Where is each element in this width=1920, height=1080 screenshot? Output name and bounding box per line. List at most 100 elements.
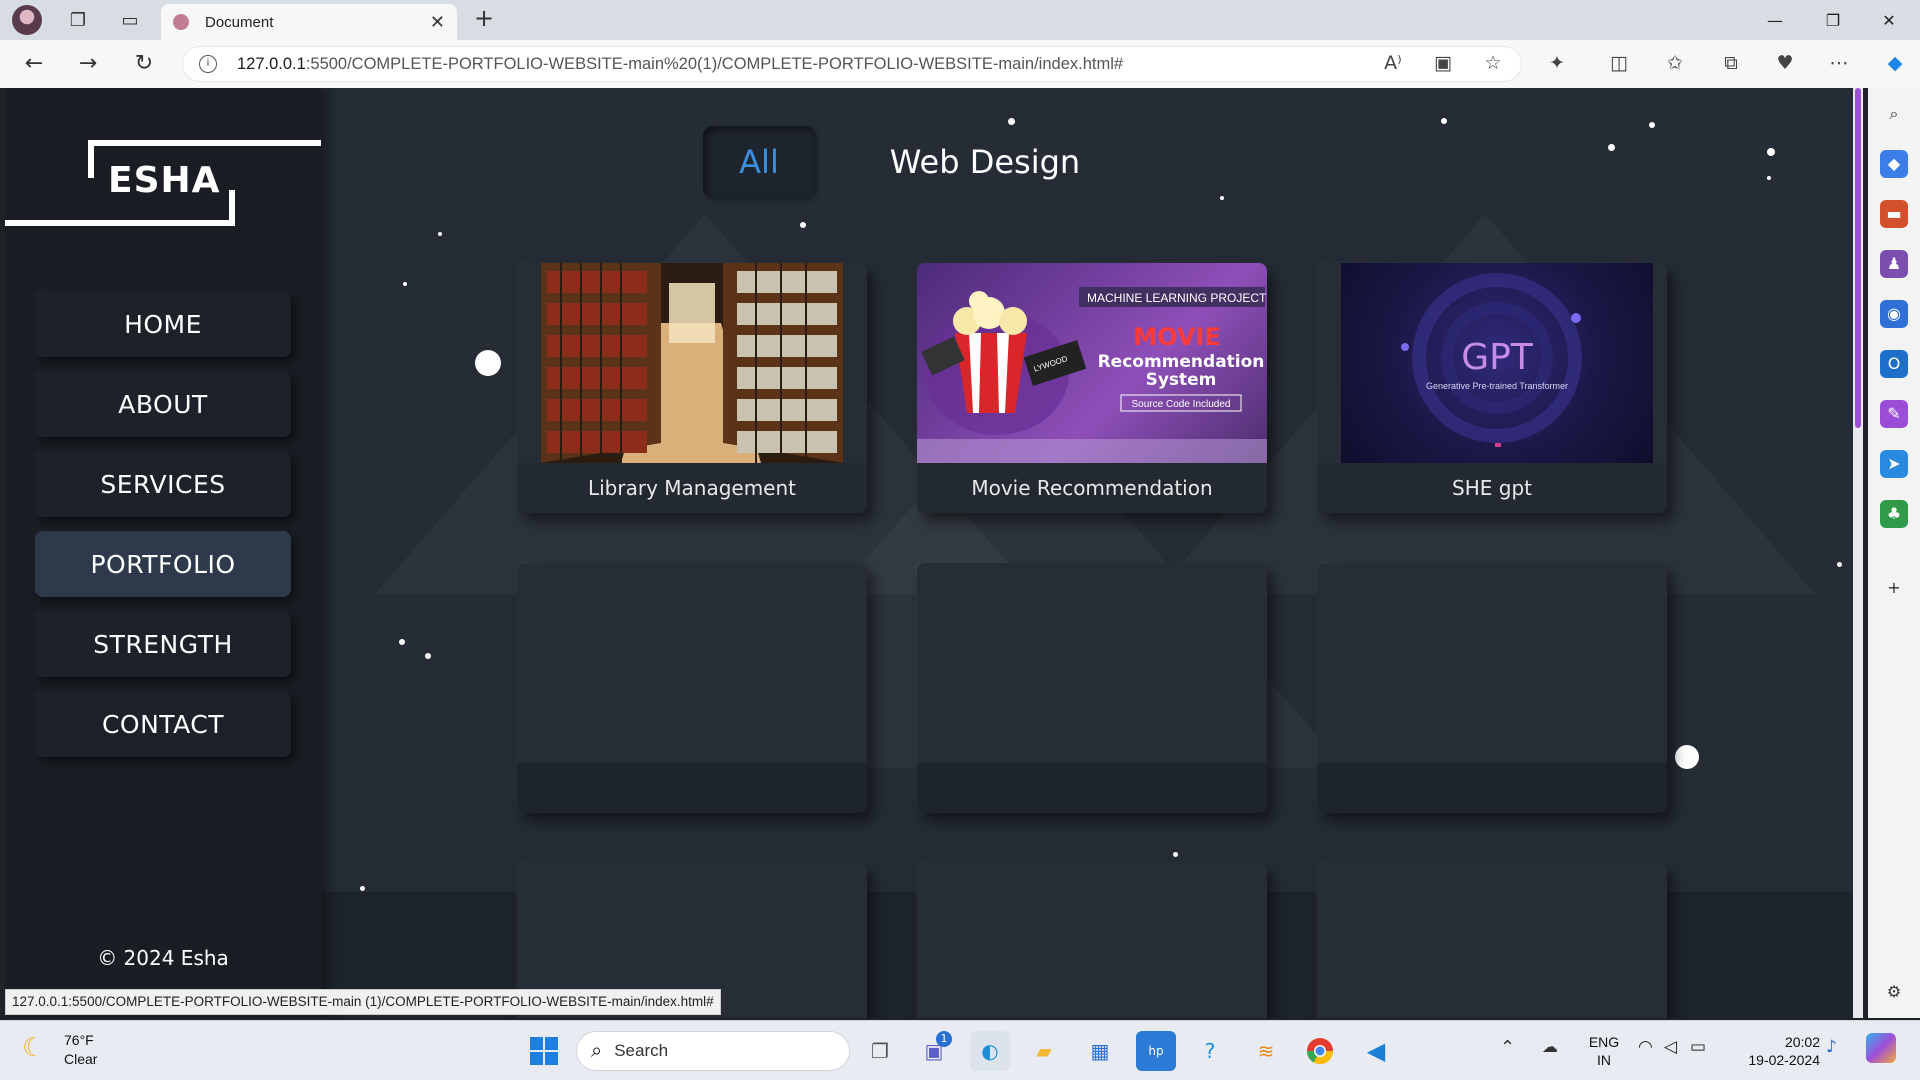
chat-icon[interactable]: ▣ 1 bbox=[914, 1031, 954, 1071]
help-icon[interactable]: ? bbox=[1190, 1031, 1230, 1071]
games-icon[interactable]: ♟ bbox=[1880, 250, 1908, 278]
project-title: Library Management bbox=[517, 463, 867, 513]
nav-contact-button[interactable]: CONTACT bbox=[35, 691, 291, 757]
vscode-icon[interactable]: ◀ bbox=[1356, 1031, 1396, 1071]
url-host: 127.0.0.1 bbox=[237, 54, 306, 73]
star-decoration bbox=[800, 222, 806, 228]
star-decoration bbox=[1767, 176, 1771, 180]
gpt-sub-text: Generative Pre-trained Transformer bbox=[1426, 381, 1568, 391]
settings-gear-icon[interactable]: ⚙ bbox=[1880, 978, 1908, 1006]
site-logo[interactable]: ESHA bbox=[5, 140, 321, 230]
minimize-button[interactable]: — bbox=[1748, 0, 1802, 40]
send-icon[interactable]: ➤ bbox=[1880, 450, 1908, 478]
movie-badge-text: Source Code Included bbox=[1132, 399, 1231, 410]
project-card-empty[interactable] bbox=[517, 563, 867, 813]
tab-favicon-icon bbox=[173, 14, 189, 30]
designer-icon[interactable]: ✎ bbox=[1880, 400, 1908, 428]
star-decoration bbox=[1649, 122, 1655, 128]
favorites-icon[interactable]: ✩ bbox=[1660, 52, 1690, 76]
tab-actions-icon[interactable]: ▭ bbox=[110, 0, 150, 40]
taskbar-search[interactable]: ⌕ Search bbox=[576, 1031, 850, 1071]
battery-icon[interactable]: ▭ bbox=[1690, 1037, 1706, 1057]
project-card-movie[interactable]: MACHINE LEARNING PROJECT MOVIE Recommend… bbox=[917, 263, 1267, 513]
nav-services-button[interactable]: SERVICES bbox=[35, 451, 291, 517]
star-decoration bbox=[425, 653, 431, 659]
onedrive-icon[interactable]: ☁ bbox=[1542, 1037, 1558, 1056]
moon-weather-icon[interactable]: ☾ bbox=[22, 1033, 45, 1063]
project-title: Movie Recommendation bbox=[917, 463, 1267, 513]
clock[interactable]: 20:02 19-02-2024 bbox=[1730, 1033, 1820, 1069]
chat-badge: 1 bbox=[936, 1031, 952, 1047]
extensions-icon[interactable]: ✦ bbox=[1542, 52, 1572, 76]
project-card-gpt[interactable]: GPT Generative Pre-trained Transformer S… bbox=[1317, 263, 1667, 513]
browser-essentials-icon[interactable]: ♥ bbox=[1770, 52, 1800, 76]
copilot-icon[interactable]: ◆ bbox=[1880, 52, 1910, 76]
read-aloud-icon[interactable]: A⁾ bbox=[1378, 52, 1408, 76]
page-scrollbar[interactable] bbox=[1853, 88, 1863, 1018]
wifi-icon[interactable]: ◠ bbox=[1638, 1037, 1653, 1057]
forward-icon[interactable]: → bbox=[72, 52, 104, 76]
scrollbar-thumb[interactable] bbox=[1855, 88, 1861, 428]
project-title: SHE gpt bbox=[1317, 463, 1667, 513]
nav-portfolio-button[interactable]: PORTFOLIO bbox=[35, 531, 291, 597]
clock-date: 19-02-2024 bbox=[1748, 1052, 1820, 1068]
myhp-icon[interactable]: hp bbox=[1136, 1031, 1176, 1071]
edge-browser-icon[interactable]: ◐ bbox=[970, 1031, 1010, 1071]
tree-icon[interactable]: ♣ bbox=[1880, 500, 1908, 528]
project-card-empty[interactable] bbox=[917, 563, 1267, 813]
filter-all-button[interactable]: All bbox=[703, 126, 815, 198]
language-indicator[interactable]: ENG IN bbox=[1584, 1033, 1624, 1069]
outlook-icon[interactable]: O bbox=[1880, 350, 1908, 378]
movie-headline-text: MOVIE bbox=[1133, 323, 1221, 351]
library-image bbox=[541, 263, 843, 463]
more-menu-icon[interactable]: ⋯ bbox=[1824, 52, 1854, 76]
star-decoration bbox=[360, 886, 365, 891]
nav-home-button[interactable]: HOME bbox=[35, 291, 291, 357]
url-path: :5500/COMPLETE-PORTFOLIO-WEBSITE-main%20… bbox=[305, 54, 1124, 73]
search-icon[interactable]: ⌕ bbox=[1880, 100, 1908, 128]
star-decoration bbox=[475, 350, 501, 376]
sidebar-navigation: ESHA HOME ABOUT SERVICES PORTFOLIO STREN… bbox=[5, 88, 321, 1018]
browser-tab[interactable]: Document ✕ bbox=[161, 4, 457, 40]
sublime-text-icon[interactable]: ≋ bbox=[1246, 1031, 1286, 1071]
site-info-icon[interactable]: i bbox=[199, 55, 217, 73]
chevron-up-icon[interactable]: ⌃ bbox=[1500, 1037, 1515, 1058]
project-title-empty bbox=[517, 763, 867, 813]
chrome-icon[interactable] bbox=[1300, 1031, 1340, 1071]
volume-icon[interactable]: ◁ bbox=[1664, 1037, 1677, 1057]
add-sidebar-icon[interactable]: + bbox=[1880, 574, 1908, 602]
filter-web-design-button[interactable]: Web Design bbox=[865, 126, 1105, 198]
movie-sub2-text: System bbox=[1146, 370, 1217, 390]
restore-button[interactable]: ❐ bbox=[1806, 0, 1860, 40]
split-screen-icon[interactable]: ◫ bbox=[1604, 52, 1634, 76]
microsoft365-icon[interactable]: ◉ bbox=[1880, 300, 1908, 328]
collections-icon[interactable]: ⧉ bbox=[1716, 52, 1746, 76]
task-view-icon[interactable]: ❐ bbox=[860, 1031, 900, 1071]
project-card-empty[interactable] bbox=[917, 863, 1267, 1018]
project-card-library[interactable]: Library Management bbox=[517, 263, 867, 513]
tools-icon[interactable]: ▬ bbox=[1880, 200, 1908, 228]
close-window-button[interactable]: ✕ bbox=[1862, 0, 1916, 40]
weather-widget[interactable]: 76°F Clear bbox=[64, 1031, 97, 1069]
nav-strength-button[interactable]: STRENGTH bbox=[35, 611, 291, 677]
close-tab-icon[interactable]: ✕ bbox=[430, 12, 445, 33]
back-icon[interactable]: ← bbox=[18, 52, 50, 76]
workspaces-icon[interactable]: ❐ bbox=[58, 0, 98, 40]
notification-bell-icon[interactable]: ♪ bbox=[1826, 1037, 1837, 1057]
copilot-taskbar-icon[interactable] bbox=[1866, 1033, 1896, 1063]
file-explorer-icon[interactable]: ▰ bbox=[1024, 1031, 1064, 1071]
address-bar[interactable]: i 127.0.0.1:5500/COMPLETE-PORTFOLIO-WEBS… bbox=[182, 46, 1522, 82]
project-card-empty[interactable] bbox=[1317, 563, 1667, 813]
immersive-reader-icon[interactable]: ▣ bbox=[1428, 52, 1458, 76]
shopping-icon[interactable]: ◆ bbox=[1880, 150, 1908, 178]
new-tab-button[interactable]: + bbox=[468, 4, 500, 32]
movie-tag-text: MACHINE LEARNING PROJECT bbox=[1087, 291, 1267, 305]
nav-about-button[interactable]: ABOUT bbox=[35, 371, 291, 437]
project-card-empty[interactable] bbox=[1317, 863, 1667, 1018]
favorite-star-icon[interactable]: ☆ bbox=[1478, 52, 1508, 76]
taskbar-search-label: Search bbox=[614, 1041, 669, 1060]
microsoft-store-icon[interactable]: ▦ bbox=[1080, 1031, 1120, 1071]
windows-start-icon[interactable] bbox=[524, 1031, 564, 1071]
refresh-icon[interactable]: ↻ bbox=[128, 52, 160, 76]
profile-avatar-icon[interactable] bbox=[12, 5, 42, 35]
